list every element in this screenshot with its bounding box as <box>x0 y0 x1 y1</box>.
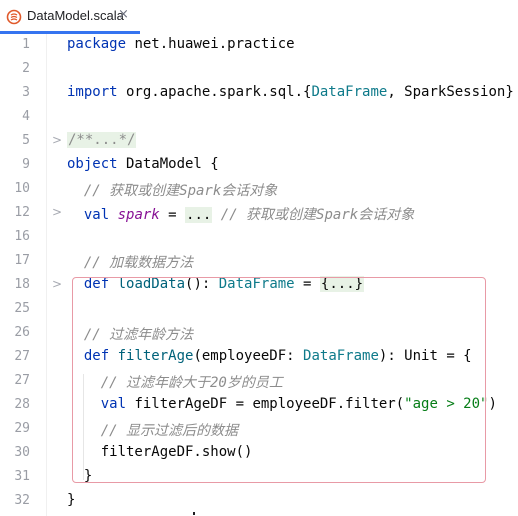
code-line[interactable]: 16 <box>0 226 518 250</box>
code-token: // 获取或创建Spark会话对象 <box>67 183 278 199</box>
code-line[interactable]: 2 <box>0 58 518 82</box>
code-text: package net.huawei.practice <box>67 36 295 52</box>
line-number: 10 <box>14 181 30 196</box>
code-token: ) <box>488 396 497 412</box>
line-number: 12 <box>14 205 30 220</box>
close-icon[interactable]: × <box>118 7 129 22</box>
scala-file-icon <box>6 9 22 25</box>
line-number: 25 <box>14 301 30 316</box>
line-number: 1 <box>22 37 30 52</box>
code-token: spark <box>117 207 160 223</box>
editor-tab-bar: DataModel.scala × <box>0 0 518 35</box>
line-number: 9 <box>22 157 30 172</box>
code-text: object DataModel { <box>67 156 219 172</box>
code-text: val spark = ... // 获取或创建Spark会话对象 <box>67 204 414 224</box>
fold-chevron-icon[interactable]: > <box>52 277 62 291</box>
line-number: 5 <box>22 133 30 148</box>
tab-datamodel-scala[interactable]: DataModel.scala × <box>0 0 140 34</box>
code-line[interactable]: 1 package net.huawei.practice <box>0 34 518 58</box>
line-number: 4 <box>22 109 30 124</box>
line-number: 26 <box>14 325 30 340</box>
line-number: 30 <box>14 445 30 460</box>
code-token: net.huawei.practice <box>126 36 295 52</box>
line-number: 28 <box>14 397 30 412</box>
code-token: // 加载数据方法 <box>67 255 194 271</box>
code-token: // 获取或创建Spark会话对象 <box>212 207 415 223</box>
code-text: /**...*/ <box>67 132 137 148</box>
code-line[interactable]: 32} <box>0 490 518 514</box>
line-number: 27 <box>14 349 30 364</box>
text-caret <box>193 512 195 515</box>
code-line[interactable]: 5 > /**...*/ <box>0 130 518 154</box>
code-line[interactable]: 4 <box>0 106 518 130</box>
line-number: 16 <box>14 229 30 244</box>
line-number: 27 <box>14 373 30 388</box>
line-number: 18 <box>14 277 30 292</box>
code-token: val <box>83 207 110 223</box>
code-token: DataModel { <box>117 156 219 172</box>
line-number: 32 <box>14 493 30 508</box>
highlighted-method-box <box>72 277 486 483</box>
line-number: 31 <box>14 469 30 484</box>
code-line[interactable]: 3 import org.apache.spark.sql.{DataFrame,… <box>0 82 518 106</box>
code-token: object <box>67 156 118 172</box>
fold-chevron-icon[interactable]: > <box>52 133 62 147</box>
code-line[interactable]: 9 object DataModel { <box>0 154 518 178</box>
code-line[interactable]: 12 > val spark = ... // 获取或创建Spark会话对象 <box>0 202 518 226</box>
code-text: // 获取或创建Spark会话对象 <box>67 180 277 200</box>
code-token: package <box>67 36 127 52</box>
line-number: 29 <box>14 421 30 436</box>
code-token: /**...*/ <box>67 132 137 148</box>
code-text: } <box>67 492 75 508</box>
code-text: import org.apache.spark.sql.{DataFrame, … <box>67 84 514 100</box>
code-token: org.apache.spark.sql.{ <box>117 84 312 100</box>
line-number: 17 <box>14 253 30 268</box>
line-number: 2 <box>22 61 30 76</box>
code-token: , SparkSession} <box>387 84 514 100</box>
code-token: import <box>67 84 118 100</box>
fold-chevron-icon[interactable]: > <box>52 205 62 219</box>
code-token: ... <box>185 207 213 223</box>
code-token: } <box>67 492 76 508</box>
line-number: 3 <box>22 85 30 100</box>
code-line[interactable]: 17 // 加载数据方法 <box>0 250 518 274</box>
code-token: DataFrame <box>311 84 388 100</box>
code-line[interactable]: 10 // 获取或创建Spark会话对象 <box>0 178 518 202</box>
tab-label: DataModel.scala <box>27 8 124 23</box>
code-token: = <box>159 207 186 223</box>
code-text: // 加载数据方法 <box>67 252 193 272</box>
